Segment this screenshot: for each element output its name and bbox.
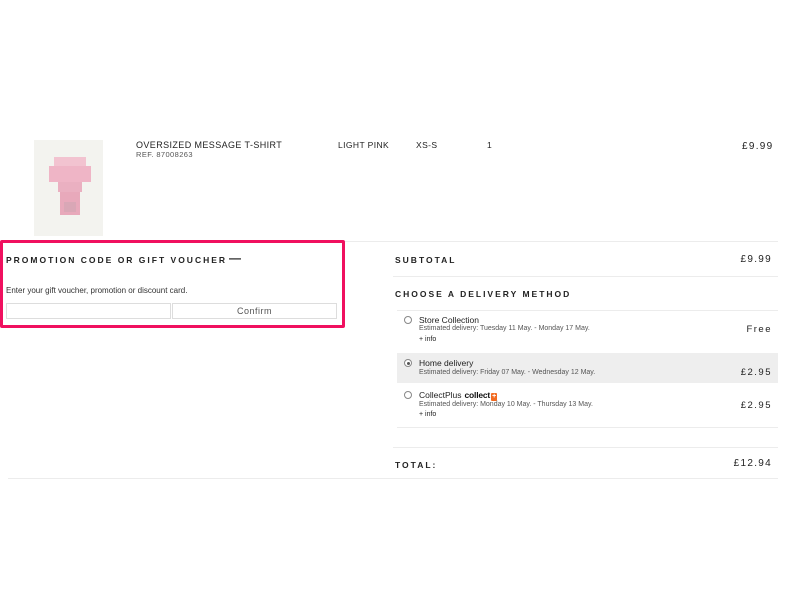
delivery-option-name[interactable]: Store Collection	[419, 315, 479, 325]
product-color: LIGHT PINK	[338, 140, 390, 150]
subtotal-value: £9.99	[740, 254, 772, 265]
collectplus-radio[interactable]	[404, 391, 412, 399]
product-price: £9.99	[742, 141, 774, 152]
tshirt-image	[34, 140, 103, 236]
divider	[393, 447, 778, 448]
product-quantity: 1	[487, 140, 492, 150]
delivery-option-estimate: Estimated delivery: Friday 07 May. - Wed…	[419, 369, 596, 376]
product-size: XS-S	[416, 140, 438, 150]
promo-collapse-toggle[interactable]: —	[229, 251, 241, 265]
subtotal-label: SUBTOTAL	[395, 255, 457, 265]
delivery-option-info-link[interactable]: + info	[419, 411, 436, 418]
collectplus-logo-text: collect	[464, 390, 491, 400]
collectplus-logo: collect +	[465, 390, 497, 401]
delivery-option-name-row[interactable]: CollectPlus collect +	[419, 390, 497, 401]
promo-hint: Enter your gift voucher, promotion or di…	[6, 286, 188, 295]
divider	[8, 478, 778, 479]
delivery-option-price: £2.95	[740, 400, 772, 411]
home-delivery-radio[interactable]	[404, 359, 412, 367]
delivery-heading: CHOOSE A DELIVERY METHOD	[395, 289, 572, 299]
divider	[397, 310, 778, 311]
product-reference: REF. 87008263	[136, 150, 193, 159]
divider	[397, 427, 778, 428]
delivery-option-price: Free	[746, 324, 772, 335]
collectplus-plus-icon: +	[491, 393, 497, 401]
promo-code-input[interactable]	[6, 303, 171, 319]
divider	[393, 276, 778, 277]
promo-title[interactable]: PROMOTION CODE OR GIFT VOUCHER	[6, 255, 227, 265]
promo-confirm-button[interactable]: Confirm	[172, 303, 337, 319]
delivery-option-price: £2.95	[740, 367, 772, 378]
delivery-option-name[interactable]: Home delivery	[419, 358, 473, 368]
delivery-option-estimate: Estimated delivery: Tuesday 11 May. - Mo…	[419, 325, 590, 332]
delivery-option-estimate: Estimated delivery: Monday 10 May. - Thu…	[419, 401, 593, 408]
product-name[interactable]: OVERSIZED MESSAGE T-SHIRT	[136, 140, 282, 150]
total-label: TOTAL:	[395, 460, 438, 470]
total-value: £12.94	[733, 458, 772, 469]
store-collection-radio[interactable]	[404, 316, 412, 324]
delivery-option-name: CollectPlus	[419, 390, 462, 400]
product-thumbnail[interactable]	[34, 140, 103, 236]
delivery-option-info-link[interactable]: + info	[419, 336, 436, 343]
